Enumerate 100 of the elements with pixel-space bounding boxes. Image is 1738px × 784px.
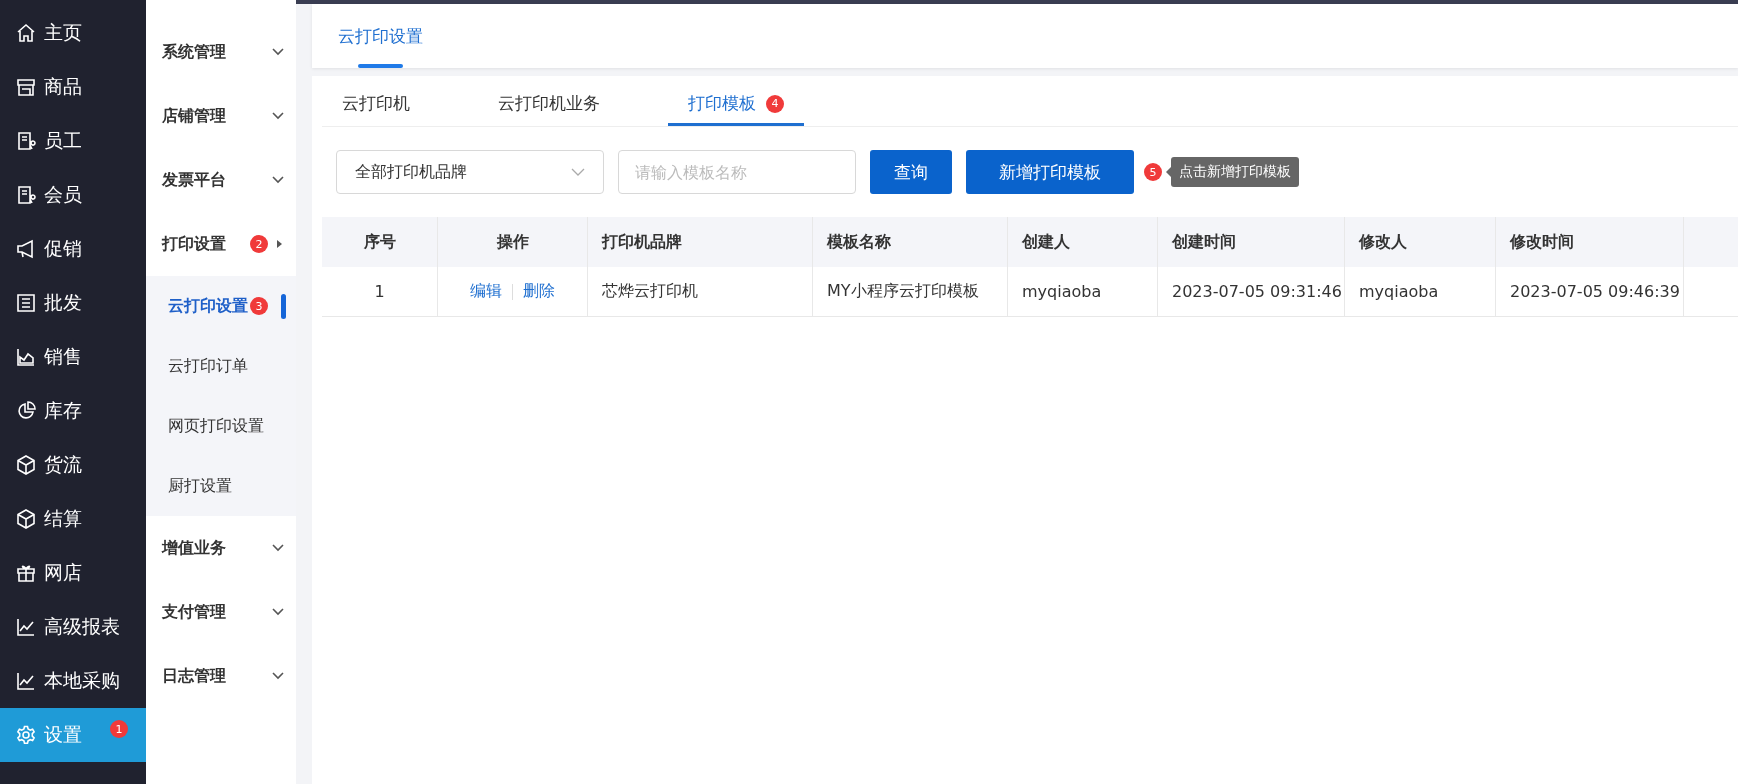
cube-icon [16,509,36,529]
column-header: 序号 [322,217,438,267]
submenu-item-label: 云打印订单 [168,355,248,377]
table-cell: 2023-07-05 09:46:39 [1496,267,1684,316]
submenu-group-label: 支付管理 [162,601,227,623]
nav-item[interactable]: 设置 1 [0,708,146,762]
table-cell: myqiaoba [1008,267,1158,316]
table-cell: 2023-07-05 09:31:46 [1158,267,1345,316]
column-header: 模板名称 [813,217,1008,267]
id-card-icon [16,185,36,205]
nav-label: 网店 [44,560,82,585]
nav-item[interactable]: 销售 [0,330,146,384]
nav-item[interactable]: 货流 [0,438,146,492]
submenu-group[interactable]: 日志管理 [146,644,296,708]
settings-icon [16,725,36,745]
chevron-down-icon [272,176,284,184]
chevron-down-icon [272,544,284,552]
tooltip: 点击新增打印模板 [1171,157,1299,187]
area-chart-icon [16,347,36,367]
submenu-item[interactable]: 云打印设置 3 [146,276,296,336]
submenu-group-label: 打印设置 [162,233,227,255]
nav-label: 库存 [44,398,82,423]
nav-item[interactable]: 批发 [0,276,146,330]
nav-item[interactable]: 本地采购 [0,654,146,708]
submenu-group[interactable]: 系统管理 [146,20,296,84]
shop-icon [16,77,36,97]
notification-badge: 3 [250,297,268,315]
submenu-item[interactable]: 云打印订单 [146,336,296,396]
column-header: 创建时间 [1158,217,1345,267]
tab[interactable]: 打印模板 4 [668,92,804,126]
notification-badge: 1 [110,720,128,738]
chevron-down-icon [272,672,284,680]
nav-label: 主页 [44,20,82,45]
submenu-group[interactable]: 发票平台 [146,148,296,212]
line-chart-icon [16,617,36,637]
nav-item[interactable]: 商品 [0,60,146,114]
tooltip-pointer-icon [1166,167,1171,177]
submenu-item-label: 厨打设置 [168,475,232,497]
page-tab[interactable]: 云打印设置 [338,25,423,68]
chevron-down-icon [272,48,284,56]
nav-label: 销售 [44,344,82,369]
active-indicator [281,294,286,319]
action-link[interactable]: 删除 [523,281,555,302]
chevron-down-icon [571,168,585,176]
template-name-field[interactable]: 请输入模板名称 [618,150,856,194]
action-link[interactable]: 编辑 [470,281,502,302]
column-header: 修改人 [1345,217,1496,267]
id-card-icon [16,131,36,151]
tab[interactable]: 云打印机 [322,92,430,126]
nav-item[interactable]: 网店 [0,546,146,600]
tab[interactable]: 云打印机业务 [478,92,620,126]
column-header: 打印机品牌 [588,217,813,267]
gift-icon [16,563,36,583]
submenu-group[interactable]: 增值业务 [146,516,296,580]
nav-item[interactable]: 员工 [0,114,146,168]
tab-label: 云打印机业务 [498,92,600,115]
nav-label: 批发 [44,290,82,315]
home-icon [16,23,36,43]
nav-item[interactable]: 主页 [0,6,146,60]
cube-icon [16,455,36,475]
submenu-item-label: 网页打印设置 [168,415,264,437]
nav-label: 高级报表 [44,614,120,639]
submenu-group[interactable]: 店铺管理 [146,84,296,148]
list-icon [16,293,36,313]
notification-badge: 5 [1144,163,1162,181]
submenu-group[interactable]: 支付管理 [146,580,296,644]
submenu-group[interactable]: 打印设置 2 [146,212,296,276]
nav-label: 设置 [44,722,82,747]
chevron-down-icon [272,608,284,616]
column-header: 创建人 [1008,217,1158,267]
add-template-button[interactable]: 新增打印模板 [966,150,1134,194]
caret-right-icon [274,239,284,249]
submenu-group-label: 店铺管理 [162,105,227,127]
submenu-item[interactable]: 厨打设置 [146,456,296,516]
tab-label: 打印模板 [688,92,756,115]
nav-item[interactable]: 结算 [0,492,146,546]
table-cell: 芯烨云打印机 [588,267,813,316]
line-chart-icon [16,671,36,691]
notification-badge: 4 [766,94,784,113]
submenu-group-label: 系统管理 [162,41,227,63]
nav-label: 货流 [44,452,82,477]
column-header: 修改时间 [1496,217,1684,267]
megaphone-icon [16,239,36,259]
nav-label: 会员 [44,182,82,207]
table-cell: 1 [322,267,438,316]
nav-label: 商品 [44,74,82,99]
nav-item[interactable]: 促销 [0,222,146,276]
pie-chart-icon [16,401,36,421]
nav-item[interactable]: 库存 [0,384,146,438]
notification-badge: 2 [250,235,268,253]
query-button[interactable]: 查询 [870,150,952,194]
submenu-group-label: 增值业务 [162,537,227,559]
nav-label: 结算 [44,506,82,531]
table-cell: myqiaoba [1345,267,1496,316]
table-cell: MY小程序云打印模板 [813,267,1008,316]
brand-select[interactable]: 全部打印机品牌 [336,150,604,194]
submenu-group-label: 日志管理 [162,665,227,687]
nav-item[interactable]: 会员 [0,168,146,222]
nav-item[interactable]: 高级报表 [0,600,146,654]
submenu-item[interactable]: 网页打印设置 [146,396,296,456]
